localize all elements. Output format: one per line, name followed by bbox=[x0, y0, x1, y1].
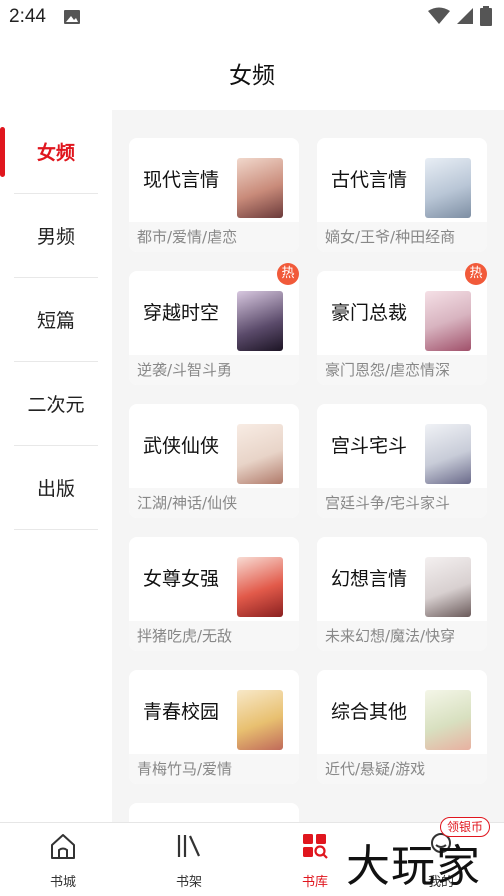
category-tags: 逆袭/斗智斗勇 bbox=[129, 355, 299, 385]
status-time: 2:44 bbox=[9, 6, 46, 27]
nav-item-bookstore[interactable]: 书城 bbox=[23, 823, 103, 896]
category-card-modern-romance[interactable]: 现代言情 都市/爱情/虐恋 bbox=[129, 138, 299, 252]
status-indicators bbox=[428, 6, 492, 26]
book-cover-image bbox=[425, 291, 471, 351]
category-grid: 现代言情 都市/爱情/虐恋 古代言情 嫡女/王爷/种田经商 穿越时空 逆袭/斗智… bbox=[112, 110, 504, 822]
sidebar-item-label: 男频 bbox=[36, 226, 75, 248]
category-title: 宫斗宅斗 bbox=[331, 435, 408, 457]
page-title: 女频 bbox=[229, 63, 275, 89]
category-card-ceo-romance[interactable]: 豪门总裁 豪门恩怨/虐恋情深 bbox=[317, 271, 487, 385]
book-cover-image bbox=[237, 291, 283, 351]
bookshelf-icon bbox=[177, 835, 201, 857]
book-cover-image bbox=[425, 158, 471, 218]
book-cover-image bbox=[237, 158, 283, 218]
watermark: 大玩家 bbox=[346, 841, 481, 892]
book-cover-image bbox=[425, 557, 471, 617]
sidebar-item-male[interactable]: 男频 bbox=[14, 194, 98, 278]
category-title: 女尊女强 bbox=[143, 568, 220, 590]
book-cover-image bbox=[425, 690, 471, 750]
category-title: 幻想言情 bbox=[331, 568, 408, 590]
category-card-palace-intrigue[interactable]: 宫斗宅斗 宫廷斗争/宅斗家斗 bbox=[317, 404, 487, 518]
category-title: 综合其他 bbox=[331, 701, 408, 723]
status-bar: 2:44 bbox=[0, 0, 504, 36]
sidebar-item-short[interactable]: 短篇 bbox=[14, 278, 98, 362]
category-card-fantasy-romance[interactable]: 幻想言情 未来幻想/魔法/快穿 bbox=[317, 537, 487, 651]
sidebar-item-label: 出版 bbox=[36, 478, 75, 500]
category-tags: 未来幻想/魔法/快穿 bbox=[317, 621, 487, 651]
category-tags: 都市/爱情/虐恋 bbox=[129, 222, 299, 252]
category-title: 现代言情 bbox=[143, 169, 220, 191]
category-card-other[interactable]: 综合其他 近代/悬疑/游戏 bbox=[317, 670, 487, 784]
category-card-time-travel[interactable]: 穿越时空 逆袭/斗智斗勇 bbox=[129, 271, 299, 385]
category-card-partial[interactable] bbox=[129, 803, 299, 822]
book-cover-image bbox=[237, 424, 283, 484]
nav-label: 书城 bbox=[49, 875, 76, 890]
hot-badge: 热 bbox=[277, 263, 299, 285]
sidebar-item-label: 二次元 bbox=[27, 394, 85, 416]
signal-icon bbox=[457, 8, 473, 24]
sidebar-item-female[interactable]: 女频 bbox=[14, 110, 98, 194]
battery-icon bbox=[480, 6, 492, 26]
nav-item-library[interactable]: 书库 bbox=[275, 823, 355, 896]
nav-item-bookshelf[interactable]: 书架 bbox=[149, 823, 229, 896]
book-cover-image bbox=[425, 424, 471, 484]
nav-label: 书架 bbox=[175, 875, 202, 890]
category-tags: 青梅竹马/爱情 bbox=[129, 754, 299, 784]
category-title: 武侠仙侠 bbox=[143, 435, 220, 457]
sidebar-item-label: 短篇 bbox=[36, 310, 75, 332]
wifi-icon bbox=[428, 7, 450, 24]
active-indicator bbox=[0, 127, 5, 177]
category-title: 古代言情 bbox=[331, 169, 408, 191]
hot-badge: 热 bbox=[465, 263, 487, 285]
library-grid-icon bbox=[303, 834, 328, 859]
book-cover-image bbox=[237, 557, 283, 617]
house-icon bbox=[51, 834, 75, 859]
category-title: 穿越时空 bbox=[143, 302, 220, 324]
category-tags: 嫡女/王爷/种田经商 bbox=[317, 222, 487, 252]
category-card-wuxia[interactable]: 武侠仙侠 江湖/神话/仙侠 bbox=[129, 404, 299, 518]
sidebar-item-publishing[interactable]: 出版 bbox=[14, 446, 98, 530]
category-card-ancient-romance[interactable]: 古代言情 嫡女/王爷/种田经商 bbox=[317, 138, 487, 252]
category-card-campus[interactable]: 青春校园 青梅竹马/爱情 bbox=[129, 670, 299, 784]
gallery-notification-icon bbox=[64, 10, 80, 24]
nav-label: 书库 bbox=[301, 875, 328, 890]
category-tags: 近代/悬疑/游戏 bbox=[317, 754, 487, 784]
category-tags: 豪门恩怨/虐恋情深 bbox=[317, 355, 487, 385]
category-card-strong-female[interactable]: 女尊女强 拌猪吃虎/无敌 bbox=[129, 537, 299, 651]
category-tags: 宫廷斗争/宅斗家斗 bbox=[317, 488, 487, 518]
category-tags: 江湖/神话/仙侠 bbox=[129, 488, 299, 518]
book-cover-image bbox=[237, 690, 283, 750]
sidebar-item-label: 女频 bbox=[36, 142, 75, 164]
category-title: 青春校园 bbox=[143, 701, 220, 723]
category-sidebar: 女频 男频 短篇 二次元 出版 bbox=[0, 110, 112, 822]
category-tags: 拌猪吃虎/无敌 bbox=[129, 621, 299, 651]
category-title: 豪门总裁 bbox=[331, 302, 408, 324]
sidebar-item-anime[interactable]: 二次元 bbox=[14, 362, 98, 446]
title-bar: 女频 bbox=[0, 36, 504, 110]
